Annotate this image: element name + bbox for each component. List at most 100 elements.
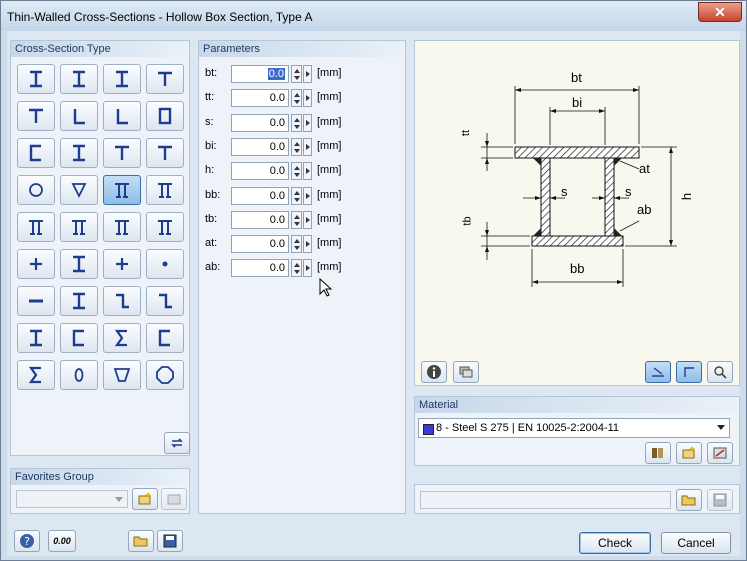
swap-button[interactable] <box>164 432 190 454</box>
section-type-triangle-down-button[interactable] <box>60 175 98 205</box>
show-dimensions-button[interactable] <box>645 361 671 383</box>
section-type-angle-button[interactable] <box>103 101 141 131</box>
section-type-cross-i-button[interactable] <box>17 249 55 279</box>
section-type-box-flanged-a-button[interactable] <box>17 212 55 242</box>
file-panel <box>414 484 740 514</box>
param-pick-button[interactable] <box>303 65 312 83</box>
param-spinner[interactable] <box>291 235 302 254</box>
new-favorite-button[interactable] <box>132 488 158 510</box>
section-type-box-button[interactable] <box>146 101 184 131</box>
section-type-hollow-box-a-button[interactable] <box>103 175 141 205</box>
section-type-circle-button[interactable] <box>17 175 55 205</box>
save-file-button[interactable] <box>707 489 733 511</box>
chevron-down-icon <box>294 100 300 105</box>
reset-view-button[interactable] <box>707 361 733 383</box>
edit-favorite-button[interactable] <box>161 488 187 510</box>
param-pick-button[interactable] <box>303 89 312 108</box>
param-unit: [mm] <box>317 164 342 177</box>
param-input[interactable]: 0.0 <box>231 113 289 132</box>
param-spinner[interactable] <box>291 259 302 278</box>
i-narrow-icon <box>30 329 42 347</box>
display-options-button[interactable] <box>453 361 479 383</box>
section-type-t-section-button[interactable] <box>17 101 55 131</box>
section-type-flat-bar-button[interactable] <box>17 286 55 316</box>
section-type-i-narrow-button[interactable] <box>17 323 55 353</box>
section-type-polygon-button[interactable] <box>146 360 184 390</box>
section-type-angle-small-button[interactable] <box>60 101 98 131</box>
info-button[interactable] <box>421 361 447 383</box>
open-file-button[interactable] <box>676 489 702 511</box>
param-input[interactable]: 0.0 <box>231 235 289 254</box>
section-type-cross-plus-button[interactable] <box>103 249 141 279</box>
section-type-i-section-button[interactable] <box>17 64 55 94</box>
section-type-hollow-box-b-button[interactable] <box>146 175 184 205</box>
section-type-channel-button[interactable] <box>17 138 55 168</box>
section-type-y-section-button[interactable] <box>146 138 184 168</box>
section-type-i-section-asym-button[interactable] <box>103 64 141 94</box>
bottom-flange <box>531 235 624 247</box>
param-spinner[interactable] <box>291 162 302 181</box>
open-section-button[interactable] <box>128 530 154 552</box>
section-type-t-section-wide-button[interactable] <box>146 64 184 94</box>
section-type-trapezoid-button[interactable] <box>103 360 141 390</box>
section-type-c-section-button[interactable] <box>60 323 98 353</box>
chevron-up-icon <box>294 263 300 268</box>
param-unit: [mm] <box>317 91 342 104</box>
section-type-i-double-button[interactable] <box>60 286 98 316</box>
param-spinner[interactable] <box>291 210 302 229</box>
section-type-point-button[interactable] <box>146 249 184 279</box>
param-value: 0.0 <box>269 140 285 153</box>
section-type-pi-section-button[interactable] <box>103 212 141 242</box>
param-pick-button[interactable] <box>303 137 312 156</box>
material-library-button[interactable] <box>645 442 671 464</box>
help-button[interactable]: ? <box>14 530 40 552</box>
favorites-group-select[interactable] <box>16 490 128 508</box>
save-section-button[interactable] <box>157 530 183 552</box>
section-type-t-welded-button[interactable] <box>103 138 141 168</box>
param-spinner[interactable] <box>291 186 302 205</box>
param-input[interactable]: 0.0 <box>231 89 289 108</box>
param-pick-button[interactable] <box>303 259 312 278</box>
param-row: tt: 0.0 [mm] <box>205 89 405 108</box>
section-type-z-section-button[interactable] <box>103 286 141 316</box>
save-icon <box>163 534 177 548</box>
section-type-sigma-lip-button[interactable] <box>103 323 141 353</box>
section-type-i-section-tapered-button[interactable] <box>60 64 98 94</box>
section-type-z-section-b-button[interactable] <box>146 286 184 316</box>
folder-open-icon <box>681 495 696 506</box>
param-spinner[interactable] <box>291 65 302 83</box>
cancel-button[interactable]: Cancel <box>661 532 731 554</box>
param-input[interactable]: 0.0 <box>231 210 289 229</box>
param-spinner[interactable] <box>291 113 302 132</box>
chevron-right-icon <box>306 143 310 150</box>
param-spinner[interactable] <box>291 137 302 156</box>
edit-material-button[interactable] <box>707 442 733 464</box>
param-pick-button[interactable] <box>303 113 312 132</box>
param-input[interactable]: 0.0 <box>231 186 289 205</box>
param-input[interactable]: 0.0 <box>231 162 289 181</box>
param-pick-button[interactable] <box>303 162 312 181</box>
section-type-zero-oval-button[interactable] <box>60 360 98 390</box>
param-label: tt: <box>205 91 215 104</box>
param-input[interactable]: 0.0 <box>231 65 289 83</box>
show-axes-button[interactable] <box>676 361 702 383</box>
material-select[interactable]: 8 - Steel S 275 | EN 10025-2:2004-11 <box>418 418 730 438</box>
section-type-cross-i-b-button[interactable] <box>60 249 98 279</box>
param-pick-button[interactable] <box>303 235 312 254</box>
param-pick-button[interactable] <box>303 186 312 205</box>
section-type-pi-section-b-button[interactable] <box>146 212 184 242</box>
param-spinner[interactable] <box>291 89 302 108</box>
section-type-c-lip-button[interactable] <box>146 323 184 353</box>
section-type-box-flanged-b-button[interactable] <box>60 212 98 242</box>
param-input[interactable]: 0.0 <box>231 137 289 156</box>
close-button[interactable]: ✕ <box>698 2 742 22</box>
axes-icon <box>684 367 694 377</box>
section-type-sigma-button[interactable] <box>17 360 55 390</box>
new-material-button[interactable] <box>676 442 702 464</box>
check-button[interactable]: Check <box>579 532 651 554</box>
param-input[interactable]: 0.0 <box>231 259 289 278</box>
file-path-input[interactable] <box>420 491 671 509</box>
param-pick-button[interactable] <box>303 210 312 229</box>
units-button[interactable]: 0.00 <box>48 530 76 552</box>
section-type-i-welded-button[interactable] <box>60 138 98 168</box>
